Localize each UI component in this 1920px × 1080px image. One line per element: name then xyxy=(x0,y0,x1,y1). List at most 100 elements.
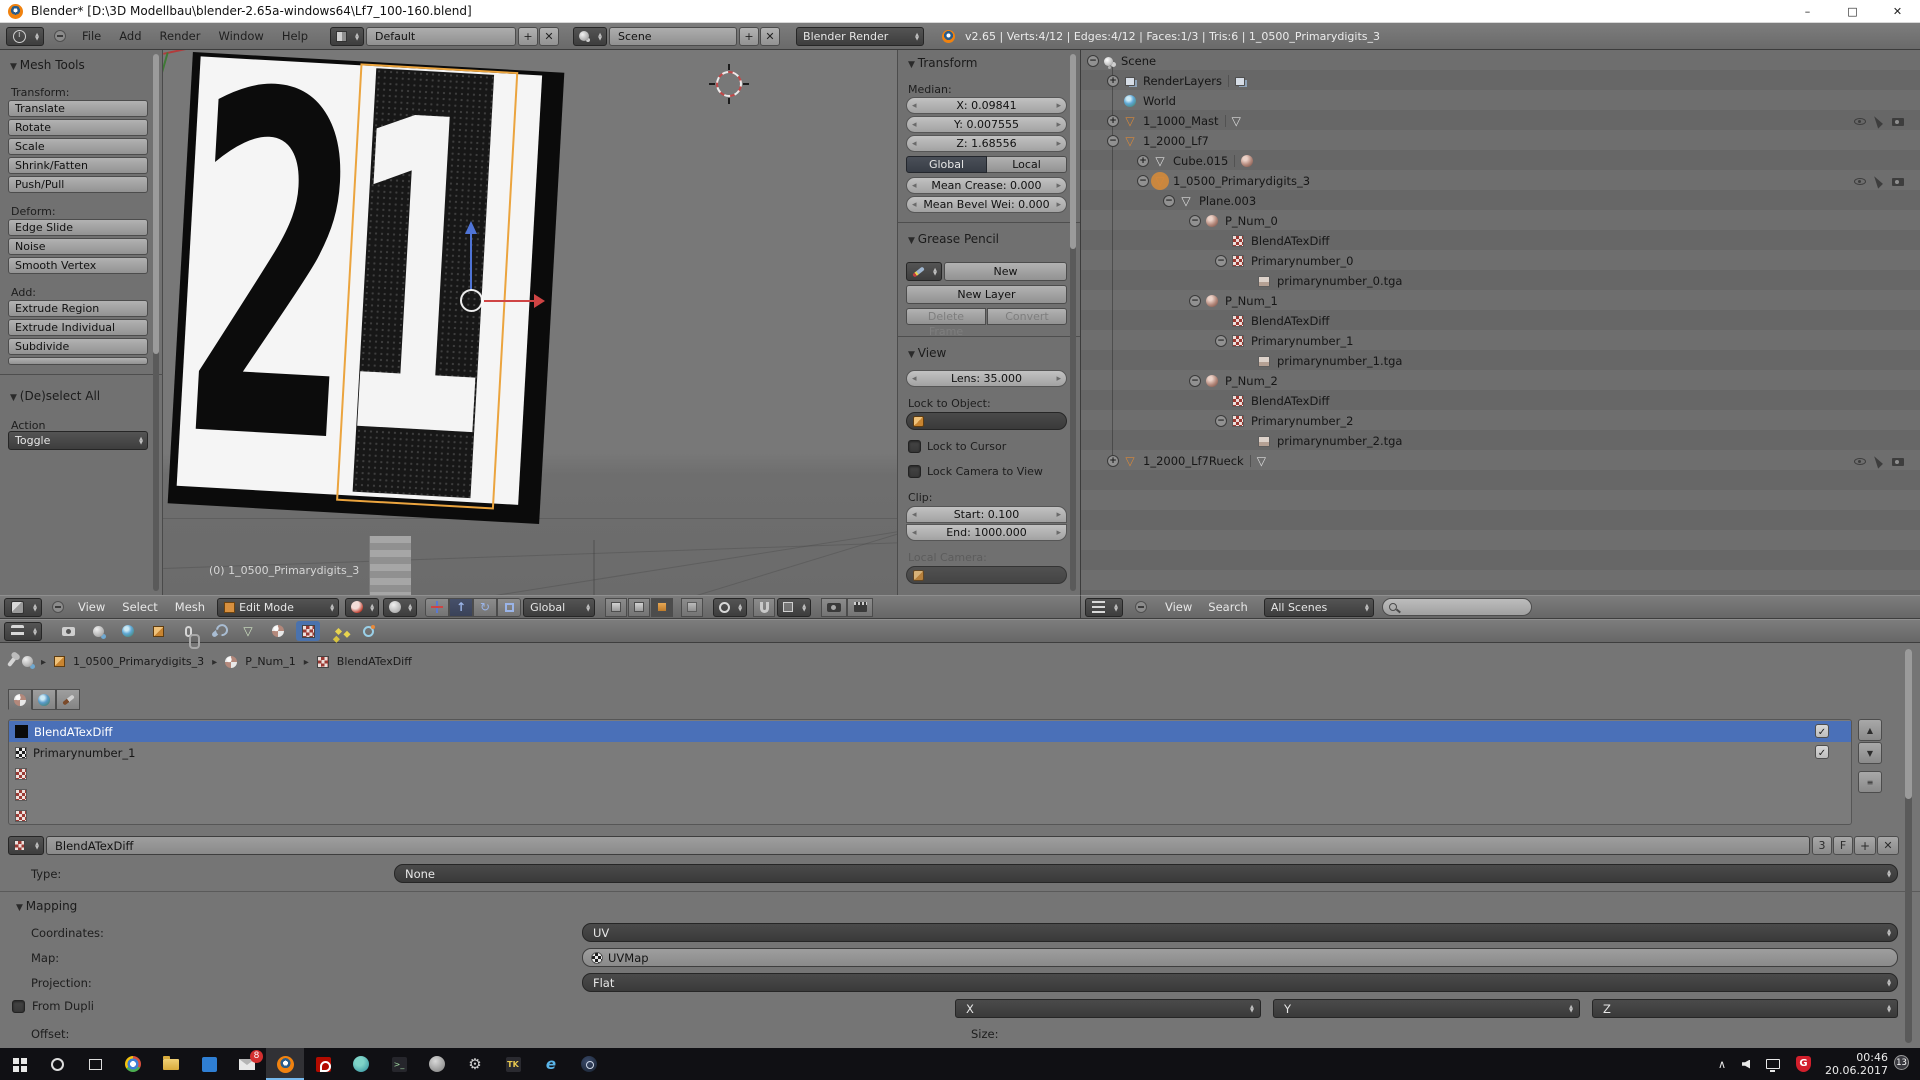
axis-z-dropdown[interactable]: Z xyxy=(1592,999,1898,1018)
mesh-tools-panel-header[interactable]: Mesh Tools xyxy=(10,58,85,72)
collapse-menus-icon[interactable] xyxy=(54,30,66,42)
outliner-row-tga2[interactable]: primarynumber_2.tga xyxy=(1081,431,1920,451)
transform-panel-header[interactable]: Transform xyxy=(908,56,978,70)
expand-toggle[interactable]: − xyxy=(1087,55,1099,67)
taskbar-blue-app[interactable] xyxy=(190,1048,228,1080)
render-engine-dropdown[interactable]: Blender Render xyxy=(796,27,924,46)
rotate-button[interactable]: Rotate xyxy=(8,119,148,136)
opengl-render-anim-button[interactable] xyxy=(847,598,873,617)
clip-start-field[interactable]: Start: 0.100 xyxy=(906,506,1067,523)
rotate-manipulator-button[interactable]: ↻ xyxy=(473,598,497,617)
expand-toggle[interactable]: − xyxy=(1137,175,1149,187)
expand-toggle[interactable]: − xyxy=(1189,215,1201,227)
expand-toggle[interactable]: − xyxy=(1215,415,1227,427)
opengl-render-button[interactable] xyxy=(821,598,847,617)
outliner-row-primarynumber0[interactable]: − Primarynumber_0 xyxy=(1081,251,1920,271)
median-y-field[interactable]: Y: 0.007555 xyxy=(906,116,1067,133)
from-dupli-checkbox[interactable] xyxy=(12,1000,25,1013)
breadcrumb-object[interactable]: 1_0500_Primarydigits_3 xyxy=(73,655,204,668)
translate-manipulator-button[interactable]: ↑ xyxy=(449,598,473,617)
texture-context-button[interactable] xyxy=(296,621,320,641)
outliner-row-renderlayers[interactable]: + RenderLayers xyxy=(1081,71,1920,91)
breadcrumb-material[interactable]: P_Num_1 xyxy=(245,655,296,668)
menu-view[interactable]: View xyxy=(1165,600,1192,614)
delete-frame-button[interactable]: Delete Frame xyxy=(906,308,986,325)
tree-item-label[interactable]: Cube.015 xyxy=(1173,154,1228,168)
clipped-button[interactable] xyxy=(8,357,148,365)
transform-orientation-dropdown[interactable]: Global xyxy=(523,598,595,617)
tree-item-label[interactable]: primarynumber_1.tga xyxy=(1277,354,1402,368)
push-pull-button[interactable]: Push/Pull xyxy=(8,176,148,193)
tree-item-label[interactable]: Primarynumber_0 xyxy=(1251,254,1353,268)
convert-button[interactable]: Convert xyxy=(987,308,1067,325)
n-panel-scrollbar-thumb[interactable] xyxy=(1070,54,1076,249)
expand-toggle[interactable]: − xyxy=(1107,135,1119,147)
pivot-dropdown[interactable] xyxy=(383,598,417,617)
texture-slot-row-empty[interactable] xyxy=(9,763,1851,784)
object-data-context-button[interactable] xyxy=(236,621,260,641)
mast-object[interactable] xyxy=(369,536,411,595)
tree-item-label[interactable]: Scene xyxy=(1121,54,1156,68)
texture-slot-row-empty[interactable] xyxy=(9,784,1851,805)
slot-move-down-button[interactable]: ▼ xyxy=(1858,742,1882,764)
slot-enabled-checkbox[interactable] xyxy=(1815,745,1829,759)
renderable-icon[interactable] xyxy=(1892,118,1904,126)
uv-map-field[interactable]: UVM­ap xyxy=(582,948,1898,967)
tree-item-label[interactable]: World xyxy=(1143,94,1176,108)
texture-slot-row[interactable]: Primarynumber_1 xyxy=(9,742,1851,763)
tree-item-label[interactable]: 1_2000_Lf7 xyxy=(1143,134,1209,148)
tree-item-label[interactable]: 1_0500_Primarydigits_3 xyxy=(1173,174,1310,188)
outliner-row-lf7[interactable]: − 1_2000_Lf7 xyxy=(1081,131,1920,151)
sign-object[interactable]: 2 1 xyxy=(168,52,565,524)
texture-type-dropdown[interactable]: None xyxy=(394,864,1898,883)
pin-icon[interactable] xyxy=(7,656,17,667)
material-context-button[interactable] xyxy=(266,621,290,641)
coordinates-dropdown[interactable]: UV xyxy=(582,923,1898,942)
manipulator-axis-button[interactable] xyxy=(425,598,449,617)
mean-bevel-field[interactable]: Mean Bevel Wei: 0.000 xyxy=(906,196,1067,213)
constraints-context-button[interactable] xyxy=(176,621,200,641)
tray-chevron-icon[interactable]: ∧ xyxy=(1718,1058,1726,1071)
texture-slot-row-empty[interactable] xyxy=(9,805,1851,825)
global-toggle-button[interactable]: Global xyxy=(906,156,987,173)
hide-icon[interactable] xyxy=(1854,118,1866,125)
selectable-icon[interactable] xyxy=(1874,174,1884,188)
delete-scene-button[interactable]: ✕ xyxy=(760,27,780,46)
action-dropdown[interactable]: Toggle xyxy=(8,431,148,450)
projection-dropdown[interactable]: Flat xyxy=(582,973,1898,992)
tree-item-label[interactable]: primarynumber_0.tga xyxy=(1277,274,1402,288)
outliner-row-pnum0[interactable]: − P_Num_0 xyxy=(1081,211,1920,231)
editor-type-button[interactable] xyxy=(4,598,42,617)
close-button[interactable]: ✕ xyxy=(1875,0,1920,23)
x-axis-arrowhead[interactable] xyxy=(534,294,545,308)
extrude-individual-button[interactable]: Extrude Individual xyxy=(8,319,148,336)
slot-move-up-button[interactable]: ▲ xyxy=(1858,719,1882,741)
taskbar-internet-explorer[interactable]: e xyxy=(532,1048,570,1080)
outliner-row-primarynumber1[interactable]: − Primarynumber_1 xyxy=(1081,331,1920,351)
expand-toggle[interactable]: − xyxy=(1189,295,1201,307)
brush-textures-tab[interactable] xyxy=(56,689,80,710)
object-context-button[interactable] xyxy=(146,621,170,641)
outliner-row-pnum2[interactable]: − P_Num_2 xyxy=(1081,371,1920,391)
selectable-icon[interactable] xyxy=(1874,454,1884,468)
editor-type-button[interactable] xyxy=(1085,598,1123,617)
taskbar-mail[interactable]: 8 xyxy=(228,1048,266,1080)
deselect-all-panel-header[interactable]: (De)select All xyxy=(10,389,100,403)
modifiers-context-button[interactable] xyxy=(206,621,230,641)
median-x-field[interactable]: X: 0.09841 xyxy=(906,97,1067,114)
collapse-menus-icon[interactable] xyxy=(52,601,64,613)
snap-element-dropdown[interactable] xyxy=(777,598,811,617)
clip-end-field[interactable]: End: 1000.000 xyxy=(906,524,1067,541)
grease-pencil-panel-header[interactable]: Grease Pencil xyxy=(908,232,999,246)
mean-crease-field[interactable]: Mean Crease: 0.000 xyxy=(906,177,1067,194)
lock-to-cursor-checkbox[interactable] xyxy=(908,440,921,453)
outliner-row-world[interactable]: World xyxy=(1081,91,1920,111)
menu-window[interactable]: Window xyxy=(218,29,263,43)
renderable-icon[interactable] xyxy=(1892,458,1904,466)
outliner-row-primarynumber2[interactable]: − Primarynumber_2 xyxy=(1081,411,1920,431)
users-count-button[interactable]: 3 xyxy=(1812,836,1832,855)
material-textures-tab[interactable] xyxy=(8,689,32,710)
tree-item-label[interactable]: BlendATexDiff xyxy=(1251,394,1329,408)
face-select-button[interactable] xyxy=(651,598,673,617)
taskbar-steam[interactable] xyxy=(570,1048,608,1080)
